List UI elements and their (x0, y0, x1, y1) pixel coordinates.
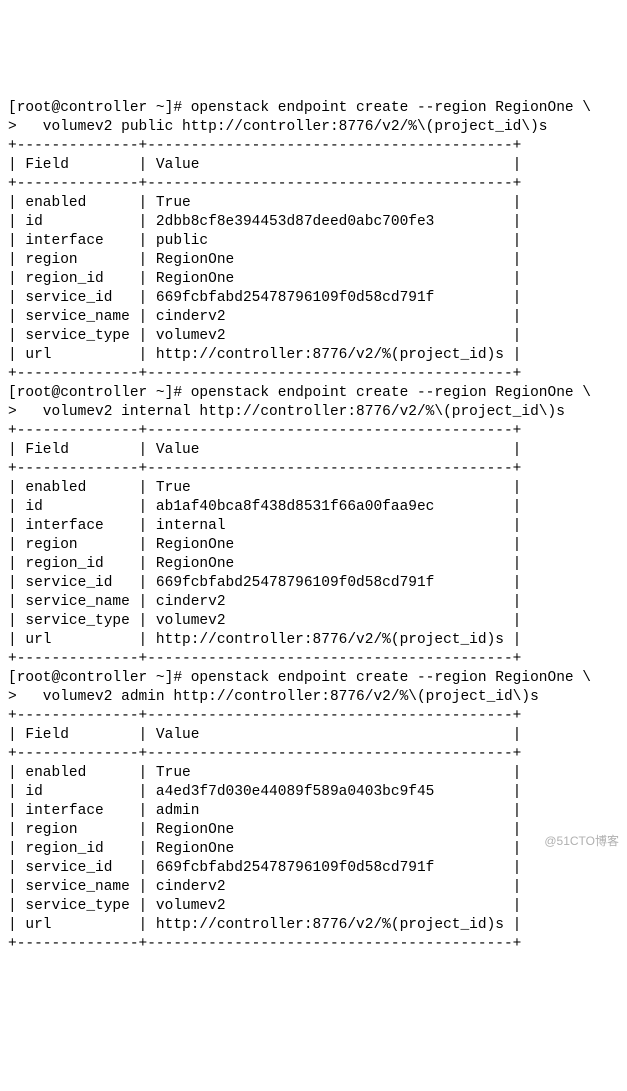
table-row: | id | ab1af40bca8f438d8531f66a00faa9ec … (8, 499, 521, 515)
table-row: | id | a4ed3f7d030e44089f589a0403bc9f45 … (8, 784, 521, 800)
command-line: [root@controller ~]# openstack endpoint … (8, 670, 591, 686)
table-row: | service_id | 669fcbfabd25478796109f0d5… (8, 860, 521, 876)
table-row: | enabled | True | (8, 195, 521, 211)
table-row: | service_id | 669fcbfabd25478796109f0d5… (8, 290, 521, 306)
table-row: | service_type | volumev2 | (8, 898, 521, 914)
table-row: | region_id | RegionOne | (8, 841, 521, 857)
command-line: > volumev2 admin http://controller:8776/… (8, 689, 539, 705)
table-row: | enabled | True | (8, 765, 521, 781)
table-border: +--------------+------------------------… (8, 651, 521, 667)
table-row: | service_type | volumev2 | (8, 328, 521, 344)
table-header: | Field | Value | (8, 442, 521, 458)
command-line: [root@controller ~]# openstack endpoint … (8, 385, 591, 401)
table-row: | service_name | cinderv2 | (8, 879, 521, 895)
table-row: | interface | internal | (8, 518, 521, 534)
table-border: +--------------+------------------------… (8, 138, 521, 154)
command-line: > volumev2 internal http://controller:87… (8, 404, 565, 420)
watermark-label: @51CTO博客 (544, 832, 619, 851)
terminal-output: [root@controller ~]# openstack endpoint … (8, 80, 619, 954)
command-line: [root@controller ~]# openstack endpoint … (8, 100, 591, 116)
table-row: | service_id | 669fcbfabd25478796109f0d5… (8, 575, 521, 591)
table-row: | url | http://controller:8776/v2/%(proj… (8, 347, 521, 363)
table-row: | service_name | cinderv2 | (8, 309, 521, 325)
table-border: +--------------+------------------------… (8, 366, 521, 382)
table-border: +--------------+------------------------… (8, 461, 521, 477)
table-border: +--------------+------------------------… (8, 708, 521, 724)
table-border: +--------------+------------------------… (8, 936, 521, 952)
table-row: | region | RegionOne | (8, 537, 521, 553)
table-header: | Field | Value | (8, 157, 521, 173)
table-row: | region_id | RegionOne | (8, 271, 521, 287)
table-border: +--------------+------------------------… (8, 423, 521, 439)
table-row: | id | 2dbb8cf8e394453d87deed0abc700fe3 … (8, 214, 521, 230)
table-row: | url | http://controller:8776/v2/%(proj… (8, 632, 521, 648)
table-row: | region | RegionOne | (8, 252, 521, 268)
table-row: | interface | public | (8, 233, 521, 249)
table-row: | region | RegionOne | (8, 822, 521, 838)
table-row: | enabled | True | (8, 480, 521, 496)
table-row: | region_id | RegionOne | (8, 556, 521, 572)
table-border: +--------------+------------------------… (8, 176, 521, 192)
table-row: | interface | admin | (8, 803, 521, 819)
table-row: | service_name | cinderv2 | (8, 594, 521, 610)
table-header: | Field | Value | (8, 727, 521, 743)
table-row: | url | http://controller:8776/v2/%(proj… (8, 917, 521, 933)
table-border: +--------------+------------------------… (8, 746, 521, 762)
table-row: | service_type | volumev2 | (8, 613, 521, 629)
command-line: > volumev2 public http://controller:8776… (8, 119, 548, 135)
